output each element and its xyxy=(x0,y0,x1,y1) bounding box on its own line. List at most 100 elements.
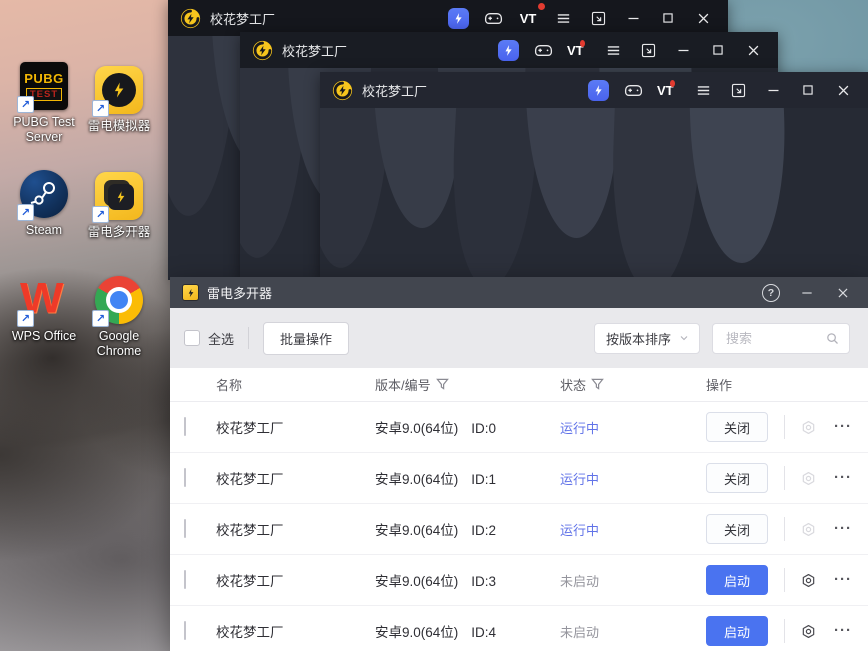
small-window-icon[interactable] xyxy=(637,39,659,61)
manager-window: 雷电多开器 ? 全选 批量操作 按版本排序 搜索 名称 版本/编号 状态 操作 … xyxy=(170,277,868,651)
row-checkbox[interactable] xyxy=(184,468,186,487)
small-window-icon[interactable] xyxy=(587,7,609,29)
row-divider xyxy=(784,619,785,643)
more-icon[interactable]: ··· xyxy=(834,572,852,587)
boost-icon[interactable] xyxy=(447,7,469,29)
maximize-icon[interactable] xyxy=(657,7,679,29)
notification-dot xyxy=(669,79,675,87)
chevron-down-icon xyxy=(680,336,688,341)
minimize-icon[interactable] xyxy=(762,79,784,101)
instance-name: 校花梦工厂 xyxy=(216,625,284,640)
ldplayer-logo-icon xyxy=(332,80,353,100)
icon-label: 雷电模拟器 xyxy=(87,119,151,133)
shortcut-arrow-icon: ↗ xyxy=(17,204,34,221)
desktop: PUBG TEST ↗ PUBG Test Server ↗ 雷电模拟器 ↗ S… xyxy=(0,0,868,651)
more-icon[interactable]: ··· xyxy=(834,623,852,638)
status-badge: 未启动 xyxy=(560,624,600,640)
lightning-icon xyxy=(117,191,125,203)
close-icon[interactable] xyxy=(830,282,856,304)
chrome-icon: ↗ xyxy=(92,276,143,327)
filter-icon[interactable] xyxy=(591,378,604,391)
close-instance-button[interactable]: 关闭 xyxy=(706,463,768,493)
emulator-titlebar[interactable]: 校花梦工厂 VT xyxy=(168,0,728,36)
row-checkbox[interactable] xyxy=(184,519,186,538)
select-all-label: 全选 xyxy=(208,331,235,347)
vt-icon[interactable]: VT xyxy=(517,3,545,29)
ldplayer-logo-icon xyxy=(180,8,201,28)
vt-icon[interactable]: VT xyxy=(567,39,589,61)
batch-operations-button[interactable]: 批量操作 xyxy=(263,321,350,355)
table-row: 校花梦工厂 安卓9.0(64位) ID:0 运行中 关闭 ··· xyxy=(170,402,868,453)
more-icon[interactable]: ··· xyxy=(834,521,852,536)
desktop-icon-pubg[interactable]: PUBG TEST ↗ PUBG Test Server xyxy=(7,62,81,145)
ldplayer-icon: ↗ xyxy=(92,66,143,117)
menu-icon[interactable] xyxy=(692,79,714,101)
minimize-icon[interactable] xyxy=(794,282,820,304)
boost-icon[interactable] xyxy=(497,39,519,61)
menu-icon[interactable] xyxy=(602,39,624,61)
minimize-icon[interactable] xyxy=(672,39,694,61)
settings-icon[interactable] xyxy=(800,419,817,436)
shortcut-arrow-icon: ↗ xyxy=(92,100,109,117)
close-instance-button[interactable]: 关闭 xyxy=(706,514,768,544)
start-instance-button[interactable]: 启动 xyxy=(706,565,768,595)
start-instance-button[interactable]: 启动 xyxy=(706,616,768,646)
vt-icon[interactable]: VT xyxy=(657,79,679,101)
instance-name: 校花梦工厂 xyxy=(216,523,284,538)
manager-titlebar[interactable]: 雷电多开器 ? xyxy=(170,277,868,308)
steam-icon: ↗ xyxy=(17,170,68,221)
close-icon[interactable] xyxy=(692,7,714,29)
emulator-titlebar[interactable]: 校花梦工厂 VT xyxy=(240,32,778,68)
instance-id: ID:4 xyxy=(471,625,497,640)
menu-icon[interactable] xyxy=(552,7,574,29)
wps-office-icon: W ↗ xyxy=(17,276,68,327)
desktop-icon-wps[interactable]: W ↗ WPS Office xyxy=(7,276,81,344)
desktop-icon-ld-multiplayer[interactable]: ↗ 雷电多开器 xyxy=(82,172,156,240)
more-icon[interactable]: ··· xyxy=(834,419,852,434)
ld-multiplayer-icon: ↗ xyxy=(92,172,143,223)
header-actions: 操作 xyxy=(706,378,733,393)
desktop-icon-ldplayer[interactable]: ↗ 雷电模拟器 xyxy=(82,66,156,134)
desktop-icon-steam[interactable]: ↗ Steam xyxy=(7,170,81,238)
settings-icon[interactable] xyxy=(800,623,817,640)
window-title: 校花梦工厂 xyxy=(210,11,276,27)
select-all-checkbox[interactable] xyxy=(184,330,200,346)
window-title: 校花梦工厂 xyxy=(282,43,348,59)
window-title: 校花梦工厂 xyxy=(362,83,428,99)
maximize-icon[interactable] xyxy=(707,39,729,61)
icon-label: 雷电多开器 xyxy=(87,225,151,239)
emulator-titlebar[interactable]: 校花梦工厂 VT xyxy=(320,72,868,108)
boost-icon[interactable] xyxy=(587,79,609,101)
row-checkbox[interactable] xyxy=(184,417,186,436)
instance-name: 校花梦工厂 xyxy=(216,421,284,436)
status-badge: 运行中 xyxy=(560,471,600,487)
maximize-icon[interactable] xyxy=(797,79,819,101)
minimize-icon[interactable] xyxy=(622,7,644,29)
notification-dot xyxy=(538,3,545,10)
settings-icon[interactable] xyxy=(800,572,817,589)
gamepad-icon[interactable] xyxy=(532,39,554,61)
close-instance-button[interactable]: 关闭 xyxy=(706,412,768,442)
instance-id: ID:3 xyxy=(471,574,497,589)
settings-icon[interactable] xyxy=(800,521,817,538)
header-status: 状态 xyxy=(560,375,700,394)
sort-dropdown[interactable]: 按版本排序 xyxy=(594,322,700,354)
header-name: 名称 xyxy=(216,378,243,393)
search-input[interactable] xyxy=(724,329,825,347)
ld-multiplayer-app-icon xyxy=(182,284,199,301)
filter-icon[interactable] xyxy=(435,378,449,391)
gamepad-icon[interactable] xyxy=(622,79,644,101)
close-icon[interactable] xyxy=(742,39,764,61)
small-window-icon[interactable] xyxy=(727,79,749,101)
close-icon[interactable] xyxy=(832,79,854,101)
emulator-window-3: 校花梦工厂 VT xyxy=(320,72,868,280)
desktop-icon-chrome[interactable]: ↗ Google Chrome xyxy=(82,276,156,359)
search-box[interactable] xyxy=(712,322,850,354)
help-icon[interactable]: ? xyxy=(758,282,784,304)
gamepad-icon[interactable] xyxy=(482,7,504,29)
settings-icon[interactable] xyxy=(800,470,817,487)
more-icon[interactable]: ··· xyxy=(834,470,852,485)
table-row: 校花梦工厂 安卓9.0(64位) ID:4 未启动 启动 ··· xyxy=(170,606,868,651)
row-checkbox[interactable] xyxy=(184,621,186,640)
row-checkbox[interactable] xyxy=(184,570,186,589)
